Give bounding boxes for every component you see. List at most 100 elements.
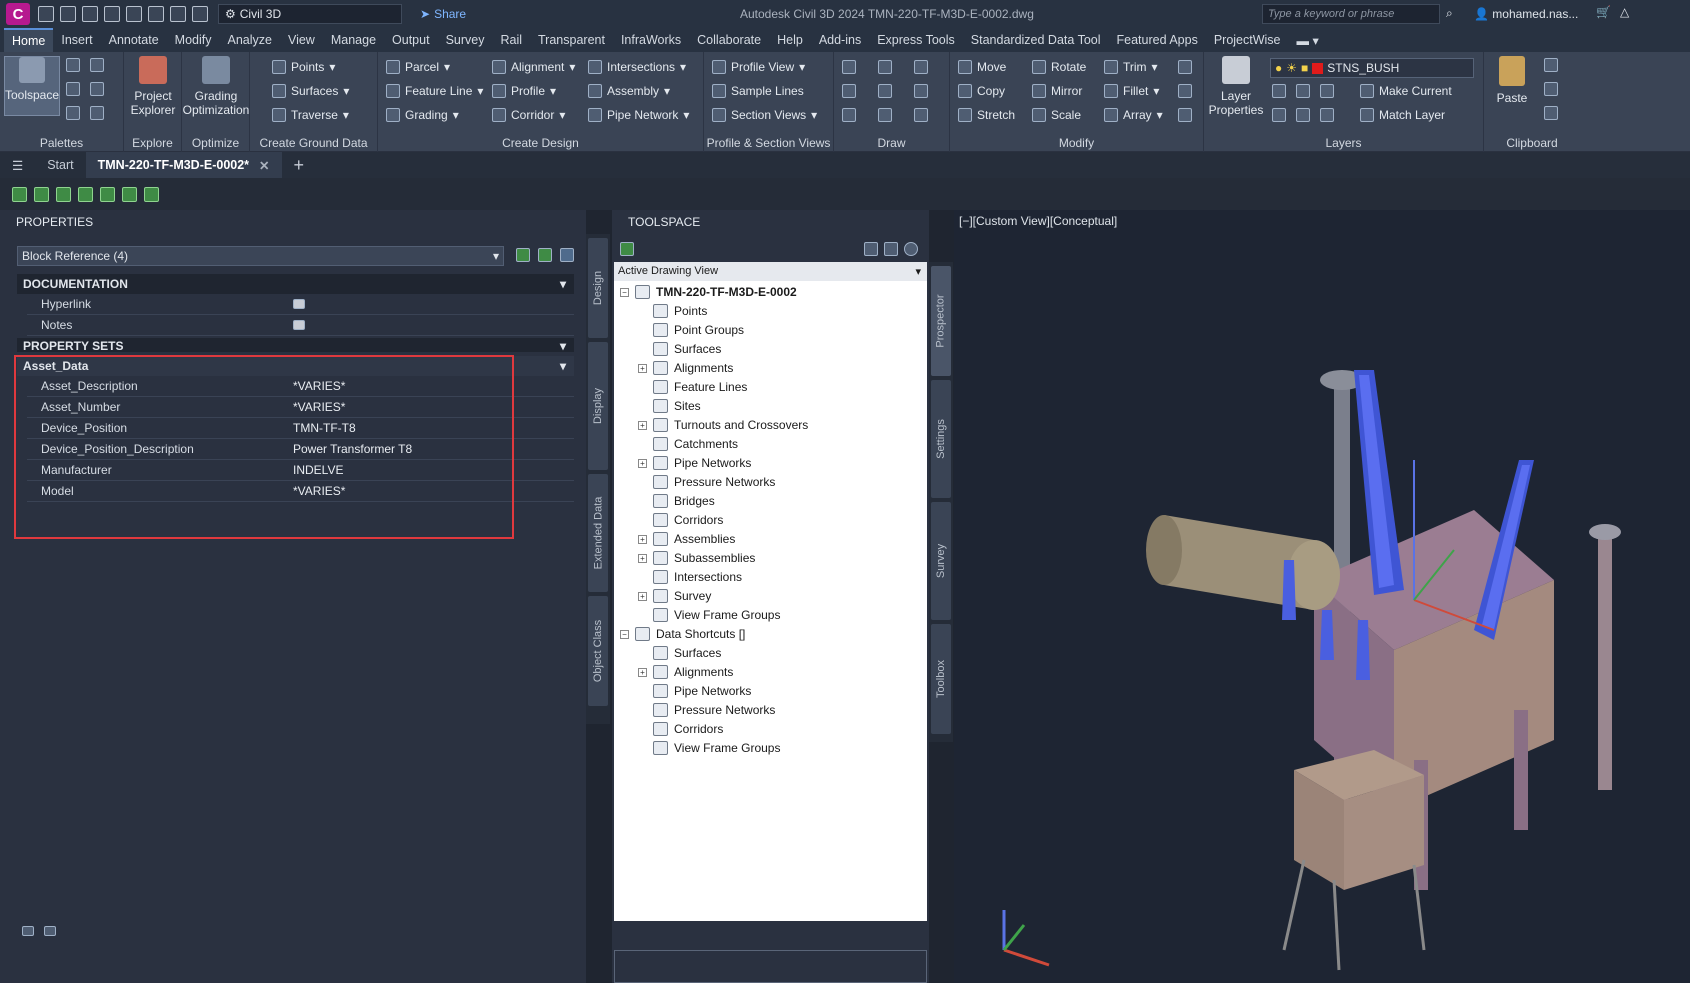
profile-view-button[interactable]: Profile View ▾ [712,60,805,74]
tree-item-catchments[interactable]: Catchments [638,437,738,451]
toolspace-button[interactable]: Toolspace [4,56,60,116]
expand-icon[interactable]: − [620,629,629,639]
points-button[interactable]: Points ▾ [272,60,335,74]
open-icon[interactable] [60,6,76,22]
tree-shortcut-alignments[interactable]: + Alignments [638,665,733,679]
fillet-button[interactable]: Fillet ▾ [1104,84,1159,98]
line-icon[interactable] [842,60,856,74]
workspace-dropdown[interactable]: ⚙ Civil 3D [218,4,402,24]
surfaces-button[interactable]: Surfaces ▾ [272,84,349,98]
copy-clip-icon[interactable] [1544,82,1558,96]
tree-item-turnouts-and-crossovers[interactable]: + Turnouts and Crossovers [638,418,808,432]
tab-standardized-data-tool[interactable]: Standardized Data Tool [963,29,1109,51]
tree-shortcut-pressure-networks[interactable]: Pressure Networks [638,703,775,717]
make-current-button[interactable]: Make Current [1360,84,1452,98]
tree-item-pressure-networks[interactable]: Pressure Networks [638,475,775,489]
toolspace-tab-settings[interactable]: Settings [931,380,951,498]
tab-start[interactable]: Start [35,152,85,178]
grading-button[interactable]: Grading ▾ [386,108,459,122]
corridor-button[interactable]: Corridor ▾ [492,108,565,122]
tree-shortcut-corridors[interactable]: Corridors [638,722,723,736]
tab-modify[interactable]: Modify [167,29,220,51]
tool-strip-icon-5[interactable] [100,186,115,202]
feature-line-button[interactable]: Feature Line ▾ [386,84,483,98]
tool-strip-icon-6[interactable] [122,186,137,202]
menu-icon[interactable]: ☰ [0,152,35,178]
tree-item-subassemblies[interactable]: + Subassemblies [638,551,755,565]
match-properties-icon[interactable] [1544,106,1558,120]
model-viewport[interactable]: [−][Custom View][Conceptual] [954,210,1690,983]
palette-icon-3[interactable] [66,82,80,96]
intersections-button[interactable]: Intersections ▾ [588,60,686,74]
panel-title-create-ground-data[interactable]: Create Ground Data [250,136,377,150]
scale-button[interactable]: Scale [1032,108,1081,122]
palette-icon-5[interactable] [66,106,80,120]
tab-annotate[interactable]: Annotate [101,29,167,51]
toolspace-tab-survey[interactable]: Survey [931,502,951,620]
panel-title-palettes[interactable]: Palettes [0,136,123,150]
tab-collaborate[interactable]: Collaborate [689,29,769,51]
app-logo[interactable]: C [6,3,30,25]
ellipse-icon[interactable] [878,108,892,122]
traverse-button[interactable]: Traverse ▾ [272,108,349,122]
copy-button[interactable]: Copy [958,84,1005,98]
tab-insert[interactable]: Insert [53,29,100,51]
erase-icon[interactable] [1178,60,1192,74]
expand-icon[interactable]: − [620,287,629,297]
hatch-icon[interactable] [914,108,928,122]
trim-button[interactable]: Trim ▾ [1104,60,1158,74]
alignment-button[interactable]: Alignment ▾ [492,60,575,74]
tab-view[interactable]: View [280,29,323,51]
tool-strip-icon-4[interactable] [78,186,93,202]
new-tab-icon[interactable]: + [282,152,317,178]
hyperlink-row[interactable]: Hyperlink [27,294,574,315]
array-button[interactable]: Array ▾ [1104,108,1163,122]
ribbon-display-toggle[interactable]: ▬ ▾ [1289,29,1327,52]
tab-drawing[interactable]: TMN-220-TF-M3D-E-0002* ✕ [85,152,282,178]
layer-dropdown[interactable]: ● ☀ ■ STNS_BUSH [1270,58,1474,78]
tab-help[interactable]: Help [769,29,811,51]
select-objects-icon[interactable] [538,248,552,262]
toolspace-tab-prospector[interactable]: Prospector [931,266,951,376]
help-triangle-icon[interactable]: △ [1620,5,1629,19]
toolspace-option-icon-1[interactable] [864,242,878,256]
notes-edit-icon[interactable] [293,320,305,330]
selection-dropdown[interactable]: Block Reference (4) ▾ [17,246,504,266]
new-icon[interactable] [38,6,54,22]
section-views-button[interactable]: Section Views ▾ [712,108,817,122]
tree-item-assemblies[interactable]: + Assemblies [638,532,735,546]
tree-item-point-groups[interactable]: Point Groups [638,323,744,337]
tree-item-alignments[interactable]: + Alignments [638,361,733,375]
tool-strip-icon-2[interactable] [34,186,49,202]
tree-item-points[interactable]: Points [638,304,707,318]
expand-icon[interactable]: + [638,420,647,430]
tree-item-sites[interactable]: Sites [638,399,701,413]
tree-item-intersections[interactable]: Intersections [638,570,742,584]
paste-button[interactable]: Paste [1490,56,1534,105]
hyperlink-edit-icon[interactable] [293,299,305,309]
expand-icon[interactable]: + [638,534,647,544]
quick-select-icon[interactable] [560,248,574,262]
cart-icon[interactable]: 🛒 [1596,5,1611,19]
palette-icon-2[interactable] [90,58,104,72]
toolspace-view-icon[interactable] [620,242,634,256]
tree-shortcut-view-frame-groups[interactable]: View Frame Groups [638,741,780,755]
layer-tool-icon-1[interactable] [1272,84,1286,98]
tool-strip-icon-7[interactable] [144,186,159,202]
close-icon[interactable]: ✕ [259,158,269,173]
tree-item-bridges[interactable]: Bridges [638,494,715,508]
toolspace-option-icon-2[interactable] [884,242,898,256]
grading-optimization-button[interactable]: Grading Optimization [183,56,249,117]
print-icon[interactable] [148,6,164,22]
toggle-pickadd-icon[interactable] [516,248,530,262]
expand-icon[interactable]: + [638,363,647,373]
tab-survey[interactable]: Survey [438,29,493,51]
tab-transparent[interactable]: Transparent [530,29,613,51]
layer-tool-icon-4[interactable] [1272,108,1286,122]
tab-output[interactable]: Output [384,29,438,51]
save-icon[interactable] [82,6,98,22]
tree-item-survey[interactable]: + Survey [638,589,711,603]
tab-manage[interactable]: Manage [323,29,384,51]
sample-lines-button[interactable]: Sample Lines [712,84,804,98]
rotate-button[interactable]: Rotate [1032,60,1086,74]
